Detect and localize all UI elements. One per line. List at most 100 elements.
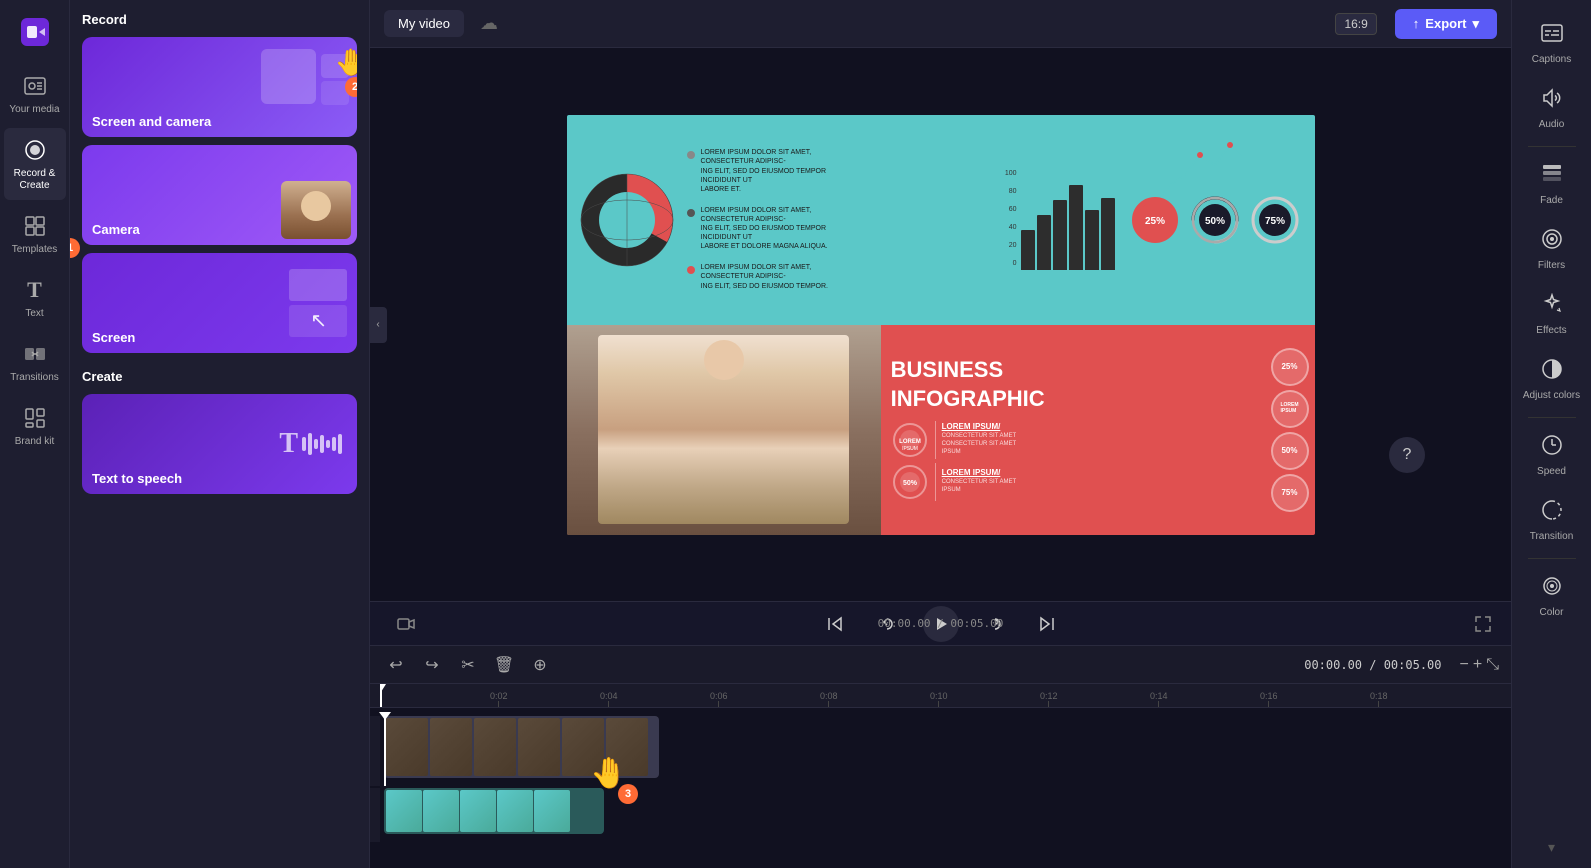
redo-button[interactable]: ↪	[418, 651, 446, 679]
camera-face-preview	[281, 181, 351, 239]
y-axis: 100 80 60 40 20 0	[1005, 170, 1017, 270]
zoom-in-button[interactable]: +	[1473, 656, 1482, 674]
business-title-line1: BUSINESS	[891, 358, 1255, 382]
delete-button[interactable]: 🗑	[490, 651, 518, 679]
undo-button[interactable]: ↩	[382, 651, 410, 679]
zoom-out-button[interactable]: −	[1460, 656, 1469, 674]
ruler-label-6: 0:06	[710, 691, 728, 701]
export-button[interactable]: ↑ Export ▾	[1395, 9, 1497, 39]
ruler-mark-14: 0:14	[1150, 691, 1168, 707]
sidebar-item-label-your-media: Your media	[9, 104, 59, 116]
vid-thumb-2	[430, 718, 472, 776]
woman-background	[567, 325, 881, 535]
brc-25: 25%	[1271, 348, 1309, 386]
sidebar-item-label-templates: Templates	[12, 244, 58, 256]
adjust-colors-tool[interactable]: Adjust colors	[1516, 348, 1588, 411]
ruler-label-14: 0:14	[1150, 691, 1168, 701]
logo-icon[interactable]	[4, 10, 66, 54]
brc-item-4: 75%	[1271, 474, 1309, 512]
skip-forward-button[interactable]	[1031, 608, 1063, 640]
video-title-tab[interactable]: My video	[384, 10, 464, 37]
create-section-title: Create	[82, 369, 357, 384]
ruler-tick-10	[938, 701, 939, 707]
right-panel-scroll-down[interactable]: ▾	[1548, 839, 1555, 856]
sidebar-item-text[interactable]: T Text	[4, 268, 66, 328]
lorem-row-2: 50% LOREM IPSUM/ CONSECTETUR SIT AMETIPS…	[891, 463, 1255, 501]
fullscreen-button[interactable]	[1467, 608, 1499, 640]
lorem-line-1: LOREM IPSUM DOLOR SIT AMET, CONSECTETUR …	[701, 148, 861, 193]
ruler-tick-12	[1048, 701, 1049, 707]
sidebar-item-label-text: Text	[25, 308, 43, 320]
info-thumb-4	[497, 790, 533, 832]
vid-thumb-6	[606, 718, 648, 776]
dot-2	[687, 209, 695, 217]
video-clip[interactable]	[384, 716, 659, 778]
sidebar-item-templates[interactable]: Templates	[4, 204, 66, 264]
time-display: 00:00.00 / 00:05.00	[878, 617, 1004, 630]
text-to-speech-card[interactable]: T Text to speech	[82, 394, 357, 494]
camera-label: Camera	[92, 222, 140, 237]
circle-50: 50%	[1189, 194, 1241, 246]
dot-3	[687, 266, 695, 274]
filters-tool[interactable]: Filters	[1516, 218, 1588, 281]
audio-icon	[1541, 87, 1563, 115]
help-button[interactable]: ?	[1389, 437, 1425, 473]
aspect-ratio-badge[interactable]: 16:9	[1335, 13, 1376, 35]
lorem-rows: LOREM IPSUM LOREM IPSUM/ CONSECTETUR SIT…	[891, 421, 1255, 501]
screen-card[interactable]: ↖ Screen	[82, 253, 357, 353]
progress-circles: 25% 50%	[1125, 190, 1305, 250]
zoom-fit-button[interactable]: ⤡	[1486, 656, 1499, 674]
screen-label: Screen	[92, 330, 135, 345]
left-panel: Record Screen and camera 🤚 2	[70, 0, 370, 868]
audio-tool[interactable]: Audio	[1516, 77, 1588, 140]
info-thumb-3	[460, 790, 496, 832]
ruler-mark-10: 0:10	[930, 691, 948, 707]
color-tool[interactable]: Color	[1516, 565, 1588, 628]
text-lines: LOREM IPSUM DOLOR SIT AMET, CONSECTETUR …	[687, 148, 995, 290]
divider-3	[1528, 558, 1576, 559]
ruler-offset	[370, 684, 380, 707]
bars	[1021, 180, 1115, 270]
export-icon: ↑	[1413, 16, 1420, 31]
screen-and-camera-card[interactable]: Screen and camera 🤚 2	[82, 37, 357, 137]
bottom-left-video	[567, 325, 881, 535]
video-track-content: 🤚 3	[380, 716, 1511, 786]
record-icon	[21, 136, 49, 164]
cloud-save-icon[interactable]: ☁	[480, 13, 498, 34]
info-clip[interactable]	[384, 788, 604, 834]
dot-1	[687, 151, 695, 159]
preview-area: ‹	[370, 48, 1511, 601]
captions-tool[interactable]: Captions	[1516, 12, 1588, 75]
main-area: My video ☁ 16:9 ↑ Export ▾ ‹	[370, 0, 1511, 868]
circle-row-1: 25% 50%	[1129, 194, 1301, 246]
transition-tool[interactable]: Transition	[1516, 489, 1588, 552]
business-title-line2: INFOGRAPHIC	[891, 387, 1255, 411]
transitions-icon	[21, 340, 49, 368]
add-clip-button[interactable]: ⊕	[526, 651, 554, 679]
ruler-mark-2: 0:02	[490, 691, 508, 707]
ruler-mark-16: 0:16	[1260, 691, 1278, 707]
fade-tool[interactable]: Fade	[1516, 153, 1588, 216]
cut-button[interactable]: ✂	[454, 651, 482, 679]
panel-toggle-button[interactable]: ‹	[370, 307, 387, 343]
preview-canvas: LOREM IPSUM DOLOR SIT AMET, CONSECTETUR …	[567, 115, 1315, 535]
timeline-time-display: 00:00.00 / 00:05.00	[1304, 658, 1441, 672]
brc-item-2: LOREMIPSUM	[1271, 390, 1309, 428]
sidebar-item-your-media[interactable]: Your media	[4, 64, 66, 124]
skip-back-button[interactable]	[819, 608, 851, 640]
camera-toggle-button[interactable]	[390, 608, 422, 640]
business-text-area: BUSINESS INFOGRAPHIC LOREM IPSUM	[881, 325, 1265, 535]
sidebar-item-transitions[interactable]: Transitions	[4, 332, 66, 392]
logo-symbol	[21, 18, 49, 46]
effects-tool[interactable]: Effects	[1516, 283, 1588, 346]
ruler-tick-6	[718, 701, 719, 707]
create-cards-grid: T Text to speech	[82, 394, 357, 494]
speed-tool[interactable]: Speed	[1516, 424, 1588, 487]
camera-card[interactable]: Camera	[82, 145, 357, 245]
sidebar-item-record[interactable]: Record & Create	[4, 128, 66, 200]
audio-label: Audio	[1539, 119, 1565, 130]
info-thumb-5	[534, 790, 570, 832]
ruler-mark-12: 0:12	[1040, 691, 1058, 707]
ruler-marks: 0:02 0:04 0:06 0:08 0:10	[380, 684, 1511, 707]
sidebar-item-brand-kit[interactable]: Brand kit	[4, 396, 66, 456]
